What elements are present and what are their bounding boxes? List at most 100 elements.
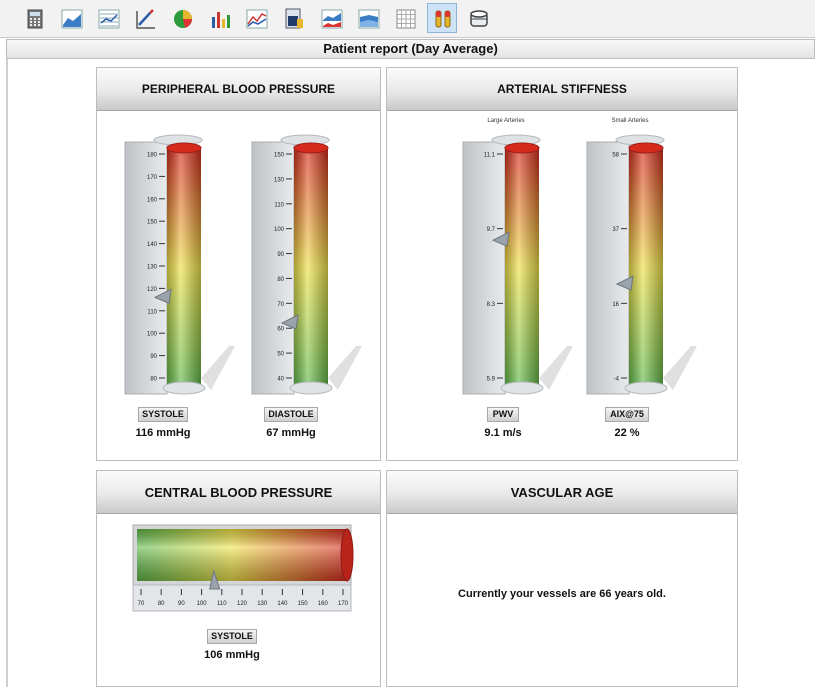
pwv-label: PWV	[487, 407, 519, 422]
diastole-base	[289, 381, 333, 395]
central-gauge-tick-label: 150	[298, 601, 309, 607]
diastole-shadow	[328, 346, 362, 390]
pwv-reading: 9.1 m/s	[484, 427, 522, 439]
toolbar-button-report-document[interactable]	[278, 3, 308, 33]
arterial-stiffness-panel: ARTERIAL STIFFNESS Large Arteries Small …	[386, 67, 738, 461]
pwv-scale	[462, 141, 506, 395]
aix-base	[624, 381, 668, 395]
central-gauge-tick-label: 100	[197, 601, 208, 607]
vascular-age-panel: VASCULAR AGE Currently your vessels are …	[386, 470, 738, 687]
systole-tick-label: 130	[147, 265, 158, 271]
systole-reading: 116 mmHg	[135, 427, 191, 439]
stacked-area-chart-icon	[358, 9, 380, 29]
aix-reading: 22 %	[614, 427, 640, 439]
toolbar-button-table-grid[interactable]	[390, 3, 420, 33]
pwv-base	[500, 381, 544, 395]
systole-tick-label: 180	[147, 153, 158, 159]
trend-chart-icon	[246, 9, 268, 29]
panel-header: PERIPHERAL BLOOD PRESSURE	[97, 68, 380, 111]
gauge-columns-icon	[435, 10, 451, 28]
report-title: Patient report (Day Average)	[323, 41, 498, 56]
central-systole-gauge: 70 80 90 100 110 120 130 140 150 160 170	[132, 524, 354, 612]
toolbar-button-stacked-area-chart[interactable]	[353, 3, 383, 33]
pwv-tick-label: 11.1	[484, 153, 496, 159]
central-gauge-tick-label: 120	[237, 601, 248, 607]
toolbar-button-line-edit-chart[interactable]	[130, 3, 160, 33]
aix-gauge: 58 37 16 -4	[586, 134, 697, 395]
diastole-tube-shading	[294, 148, 328, 388]
central-gauge-scale	[132, 584, 352, 612]
vascular-age-message: Currently your vessels are 66 years old.	[458, 588, 666, 600]
central-gauge-tick-label: 90	[178, 601, 185, 607]
diastole-tick-label: 110	[274, 202, 284, 208]
toolbar-button-database[interactable]	[463, 3, 493, 33]
systole-shadow	[201, 346, 235, 390]
bar-chart-icon	[212, 12, 230, 28]
central-gauge-tick-label: 140	[277, 601, 288, 607]
line-edit-chart-icon	[136, 9, 155, 29]
systole-tick-label: 80	[150, 377, 157, 383]
panel-title: VASCULAR AGE	[510, 485, 614, 500]
dual-area-chart-icon	[321, 9, 343, 29]
panel-title: PERIPHERAL BLOOD PRESSURE	[141, 82, 336, 96]
diastole-tick-label: 130	[274, 177, 285, 183]
aix-tube-shading	[629, 148, 663, 388]
diastole-tick-label: 80	[277, 277, 284, 283]
panel-title: ARTERIAL STIFFNESS	[497, 82, 627, 96]
toolbar-button-trend-chart[interactable]	[241, 3, 271, 33]
calculator-icon	[27, 9, 43, 29]
aix-tick-label: 16	[612, 302, 619, 308]
pwv-tube-top	[504, 142, 540, 154]
systole-tick-label: 120	[147, 287, 158, 293]
central-gauge-tick-label: 70	[138, 601, 145, 607]
pwv-gauge: 11.1 9.7 8.3 5.9	[462, 134, 573, 395]
systole-tube-shading	[167, 148, 201, 388]
table-grid-icon	[396, 9, 416, 29]
report-title-bar: Patient report (Day Average)	[6, 39, 815, 59]
toolbar-button-grid-chart[interactable]	[93, 3, 123, 33]
toolbar-button-dual-area-chart[interactable]	[316, 3, 346, 33]
central-gauge-tick-label: 170	[338, 601, 349, 607]
diastole-tick-label: 60	[277, 327, 284, 333]
systole-tube-top	[166, 142, 202, 154]
toolbar-button-gauge-columns[interactable]	[427, 3, 457, 33]
diastole-label: DIASTOLE	[264, 407, 318, 422]
toolbar-button-pie-chart[interactable]	[167, 3, 197, 33]
grid-chart-icon	[98, 9, 120, 29]
aix-tick-label: 58	[612, 153, 619, 159]
pwv-tick-label: 9.7	[487, 227, 496, 233]
toolbar-button-area-chart[interactable]	[56, 3, 86, 33]
systole-tick-label: 110	[147, 309, 157, 315]
diastole-tick-label: 90	[277, 252, 284, 258]
diastole-tick-label: 50	[277, 352, 284, 358]
systole-tick-label: 90	[150, 354, 157, 360]
central-gauge-tick-label: 80	[158, 601, 165, 607]
pwv-tick-label: 8.3	[487, 302, 496, 308]
diastole-gauge: 150 130 110 100 90 80 70 60 50 40	[251, 134, 362, 395]
report-document-icon	[285, 8, 303, 29]
toolbar-button-calculator[interactable]	[19, 3, 49, 33]
peripheral-blood-pressure-panel: PERIPHERAL BLOOD PRESSURE 180 170 160 150 14…	[96, 67, 381, 461]
systole-tick-label: 140	[147, 242, 158, 248]
pwv-tube-shading	[505, 148, 539, 388]
systole-base	[162, 381, 206, 395]
app-window: Patient report (Day Average) PERIPHERAL …	[0, 0, 815, 687]
aix-tube-top	[628, 142, 664, 154]
pie-chart-icon	[174, 10, 192, 28]
central-gauge-tick-label: 130	[257, 601, 268, 607]
diastole-tick-label: 40	[277, 377, 284, 383]
pwv-shadow	[539, 346, 573, 390]
diastole-tick-label: 150	[274, 153, 285, 159]
aix-label: AIX@75	[605, 407, 649, 422]
systole-label: SYSTOLE	[138, 407, 188, 422]
toolbar-button-bar-chart[interactable]	[204, 3, 234, 33]
systole-tick-label: 170	[147, 175, 158, 181]
central-systole-label: SYSTOLE	[207, 629, 257, 644]
diastole-tick-label: 70	[277, 302, 284, 308]
aix-tick-label: -4	[614, 377, 620, 383]
left-divider	[6, 59, 8, 687]
systole-tick-label: 100	[147, 332, 158, 338]
panel-header: VASCULAR AGE	[387, 471, 737, 514]
panel-header: ARTERIAL STIFFNESS	[387, 68, 737, 111]
diastole-tick-label: 100	[274, 227, 285, 233]
